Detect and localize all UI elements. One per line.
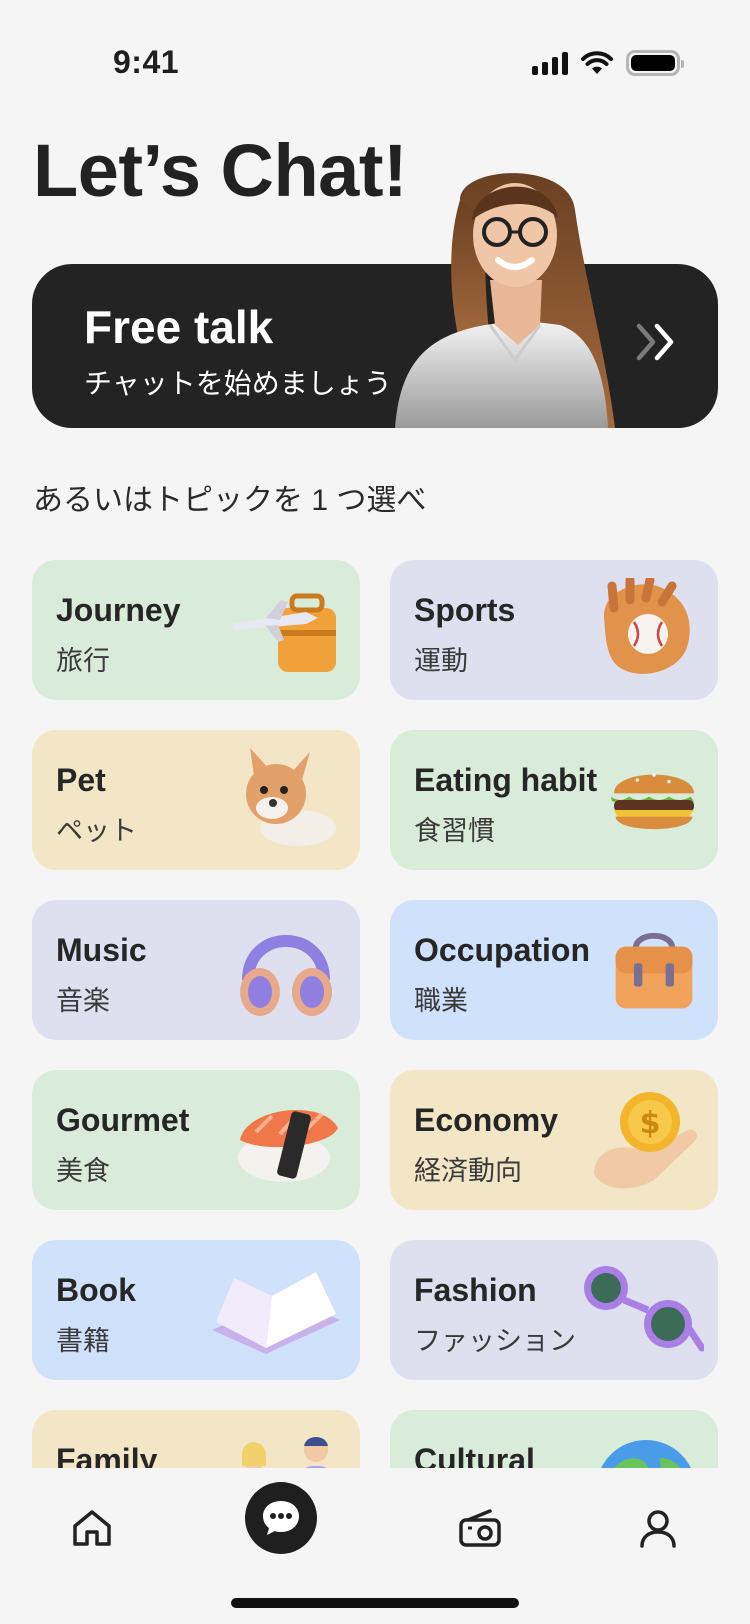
topic-subtitle: 運動 [414, 646, 468, 676]
nav-home[interactable] [56, 1492, 128, 1564]
topic-card-sports[interactable]: Sports 運動 [390, 560, 718, 700]
svg-text:$: $ [640, 1106, 661, 1141]
topic-card-cultural[interactable]: Cultural [390, 1410, 718, 1468]
topic-title: Journey [56, 592, 181, 628]
status-time: 9:41 [113, 44, 180, 80]
topic-title: Economy [414, 1102, 559, 1138]
globe-icon [601, 1440, 691, 1468]
burger-icon [610, 773, 694, 830]
page-title: Let’s Chat! [33, 129, 408, 212]
topic-card-eating-habit[interactable]: Eating habit 食習慣 [390, 730, 718, 870]
nav-radio[interactable] [444, 1492, 516, 1564]
topic-card-gourmet[interactable]: Gourmet 美食 [32, 1070, 360, 1210]
topic-title: Eating habit [414, 762, 598, 798]
section-label: あるいはトピックを 1 つ選べ [33, 484, 427, 517]
topic-title: Pet [56, 762, 106, 798]
topic-subtitle: 音楽 [56, 986, 110, 1016]
topic-card-family[interactable]: Family [32, 1410, 360, 1468]
home-indicator[interactable] [231, 1598, 519, 1608]
briefcase-icon [615, 933, 693, 1009]
topic-card-occupation[interactable]: Occupation 職業 [390, 900, 718, 1040]
home-icon [73, 1510, 111, 1546]
nav-chat[interactable] [245, 1482, 317, 1554]
cellular-signal-icon [532, 51, 568, 75]
free-talk-subtitle: チャットを始めましょう [84, 368, 392, 399]
radio-icon [459, 1509, 501, 1547]
topic-subtitle: ファッション [414, 1326, 576, 1356]
status-icons [532, 50, 684, 76]
topic-subtitle: 経済動向 [414, 1156, 522, 1186]
sunglasses-icon [584, 1266, 704, 1352]
topic-subtitle: 書籍 [56, 1326, 110, 1356]
status-bar: 9:41 [0, 0, 750, 110]
topic-title: Fashion [414, 1272, 537, 1308]
free-talk-title: Free talk [84, 301, 274, 353]
family-icon [242, 1437, 328, 1468]
woman-avatar-illustration [395, 173, 615, 428]
topic-title: Book [56, 1272, 136, 1308]
topic-card-economy[interactable]: Economy 経済動向 $ [390, 1070, 718, 1210]
coin-hand-icon: $ [594, 1092, 697, 1189]
topic-title: Sports [414, 592, 516, 628]
topic-card-fashion[interactable]: Fashion ファッション [390, 1240, 718, 1380]
topic-card-music[interactable]: Music 音楽 [32, 900, 360, 1040]
chat-icon [263, 1501, 299, 1535]
topic-card-pet[interactable]: Pet ペット [32, 730, 360, 870]
profile-icon [640, 1510, 676, 1548]
topic-subtitle: 旅行 [56, 646, 110, 676]
headphones-icon [240, 935, 332, 1016]
open-book-icon [212, 1272, 340, 1354]
topic-card-book[interactable]: Book 書籍 [32, 1240, 360, 1380]
topic-title: Cultural [414, 1442, 535, 1468]
topic-title: Family [56, 1442, 158, 1468]
wifi-icon [581, 51, 613, 74]
topic-subtitle: 美食 [56, 1156, 110, 1186]
topic-card-journey[interactable]: Journey 旅行 [32, 560, 360, 700]
topic-subtitle: 職業 [414, 986, 468, 1016]
battery-icon [626, 50, 684, 76]
double-chevron-right-icon [636, 323, 674, 361]
topic-subtitle: ペット [56, 816, 137, 846]
plane-suitcase-icon [231, 593, 336, 672]
topic-title: Music [56, 932, 147, 968]
topic-subtitle: 食習慣 [414, 816, 495, 846]
topic-title: Occupation [414, 932, 591, 968]
baseball-glove-icon [603, 578, 690, 674]
nav-profile[interactable] [622, 1492, 694, 1564]
topic-title: Gourmet [56, 1102, 190, 1138]
dog-icon [246, 748, 336, 846]
sushi-icon [238, 1110, 338, 1182]
topic-grid: Journey 旅行 Sports 運動 Pet ペット Eating habi… [32, 560, 718, 1468]
bottom-nav [0, 1468, 750, 1624]
